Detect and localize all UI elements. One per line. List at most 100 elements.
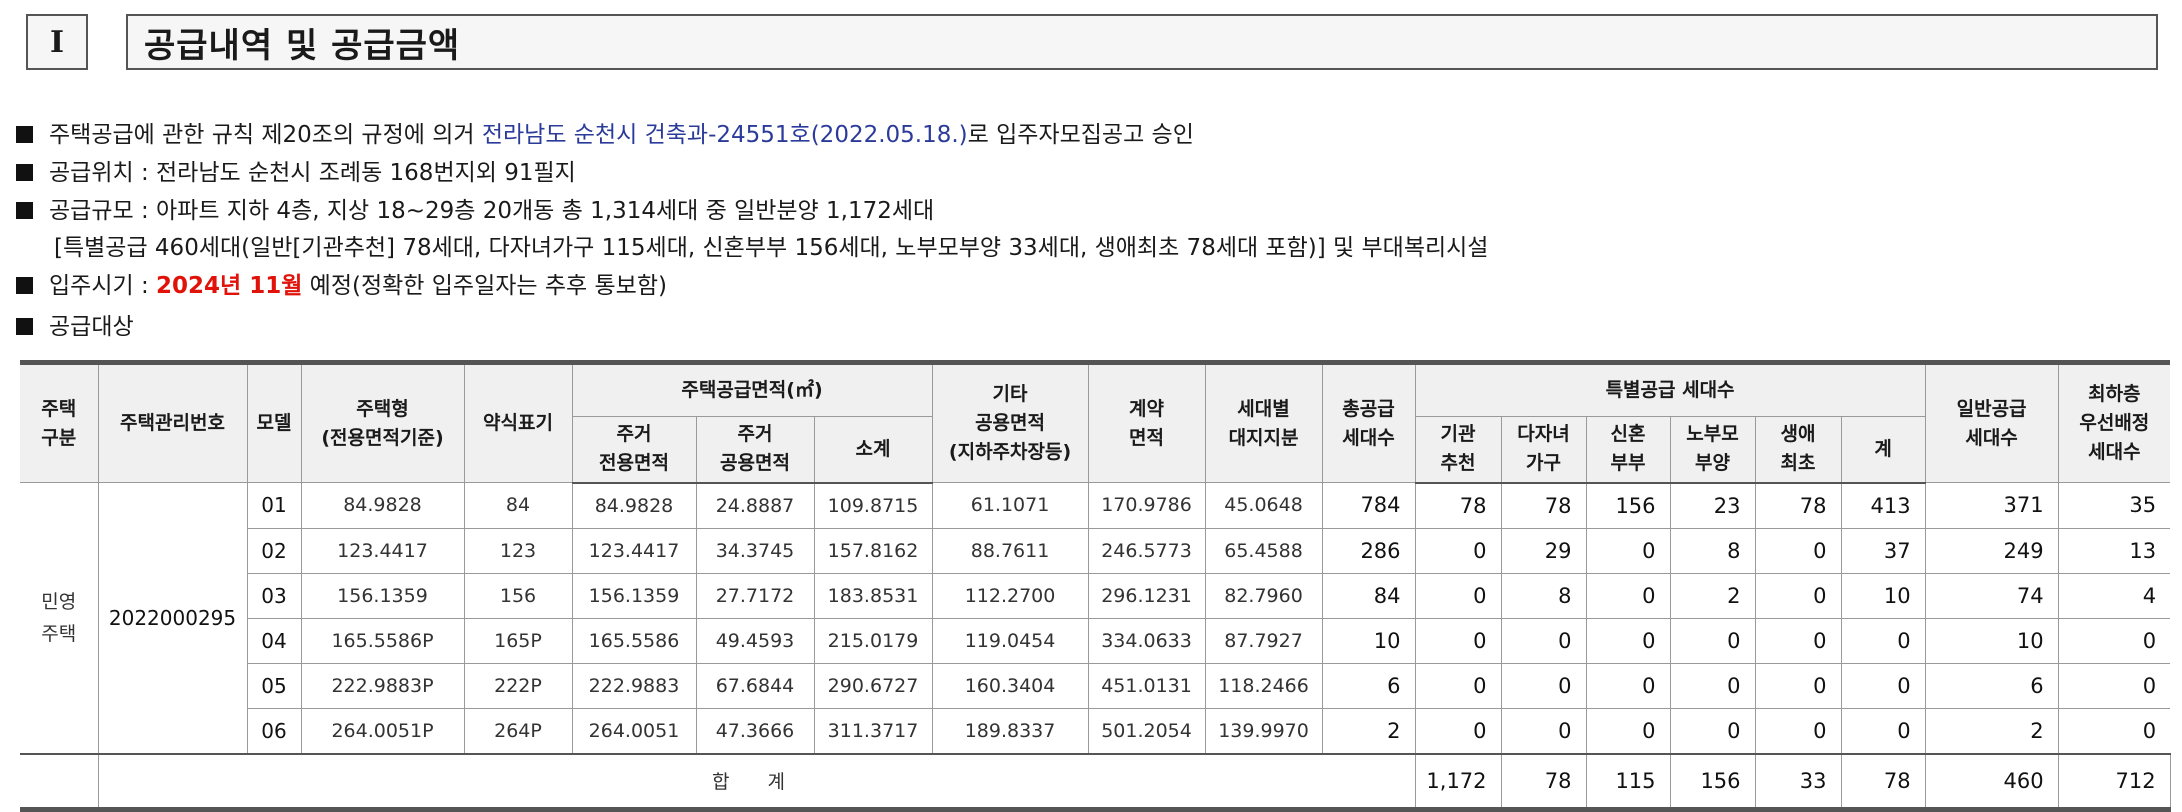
- header-general-supply: 일반공급 세대수: [1924, 362, 2059, 483]
- special-sum-cell: 0: [1840, 707, 1926, 754]
- lowest-floor-cell: 0: [2057, 617, 2171, 664]
- elderly-parent-cell: 23: [1669, 482, 1756, 529]
- contract-area-cell: 334.0633: [1087, 617, 1206, 664]
- area-subtotal-cell: 290.6727: [813, 662, 933, 709]
- supply-table: 주택 구분 주택관리번호 모델 주택형 (전용면적기준) 약식표기 주택공급면적(㎡…: [20, 360, 2171, 812]
- total-supply-cell: 784: [1321, 482, 1416, 529]
- lowest-floor-cell: 4: [2057, 572, 2171, 619]
- general-supply-cell: 10: [1924, 617, 2059, 664]
- total-supply-cell: 10: [1321, 617, 1416, 664]
- other-common-area-cell: 61.1071: [931, 482, 1089, 529]
- total-special-sum: 460: [1924, 752, 2059, 810]
- table-row: 06 264.0051P 264P 264.0051 47.3666 311.3717 18…: [20, 707, 2171, 754]
- model-cell: 03: [247, 572, 302, 619]
- housing-type-cell: 165.5586P: [300, 617, 465, 664]
- housing-type-cell: 123.4417: [300, 527, 465, 574]
- institution-cell: 78: [1414, 482, 1502, 529]
- table-row: 02 123.4417 123 123.4417 34.3745 157.8162 88.7…: [20, 527, 2171, 574]
- short-notation-cell: 165P: [463, 617, 573, 664]
- header-housing-type: 주택형 (전용면적기준): [300, 362, 465, 483]
- first-time-cell: 0: [1754, 707, 1842, 754]
- multi-child-cell: 0: [1500, 617, 1587, 664]
- special-sum-cell: 10: [1840, 572, 1926, 619]
- lowest-floor-cell: 0: [2057, 662, 2171, 709]
- total-supply-cell: 286: [1321, 527, 1416, 574]
- area-subtotal-cell: 311.3717: [813, 707, 933, 754]
- section-title: 공급내역 및 공급금액: [126, 14, 2158, 70]
- model-cell: 05: [247, 662, 302, 709]
- header-lowest-floor: 최하층 우선배정 세대수: [2057, 362, 2171, 483]
- newlywed-cell: 0: [1585, 572, 1671, 619]
- location-text: 공급위치 : 전라남도 순천시 조례동 168번지외 91필지: [49, 160, 576, 186]
- header-other-common-area: 기타 공용면적 (지하주차장등): [931, 362, 1089, 483]
- header-short-notation: 약식표기: [463, 362, 573, 483]
- total-general-supply-sum: 712: [2057, 752, 2171, 810]
- institution-cell: 0: [1414, 527, 1502, 574]
- contract-area-cell: 296.1231: [1087, 572, 1206, 619]
- header-newlywed: 신혼 부부: [1585, 416, 1671, 484]
- header-elderly-parent: 노부모 부양: [1669, 416, 1756, 484]
- land-share-cell: 45.0648: [1204, 482, 1323, 529]
- model-cell: 01: [246, 482, 302, 529]
- private-area-cell: 84.9828: [571, 482, 697, 529]
- square-bullet-icon: [16, 164, 33, 181]
- private-area-cell: 123.4417: [571, 527, 697, 574]
- model-cell: 04: [247, 617, 302, 664]
- model-cell: 02: [247, 527, 302, 574]
- common-area-cell: 47.3666: [695, 707, 815, 754]
- elderly-parent-cell: 2: [1669, 572, 1756, 619]
- land-share-cell: 139.9970: [1204, 707, 1323, 754]
- newlywed-cell: 156: [1585, 482, 1671, 529]
- scale-line: 공급규모 : 아파트 지하 4층, 지상 18~29층 20개동 총 1,314…: [16, 192, 2156, 230]
- private-area-cell: 264.0051: [571, 707, 697, 754]
- housing-type-cell: 222.9883P: [300, 662, 465, 709]
- move-in-date: 2024년 11월: [156, 273, 303, 299]
- total-supply-cell: 84: [1321, 572, 1416, 619]
- special-sum-cell: 0: [1840, 617, 1926, 664]
- general-supply-cell: 74: [1924, 572, 2059, 619]
- header-multi-child: 다자녀 가구: [1500, 416, 1587, 484]
- special-sum-cell: 413: [1840, 482, 1926, 529]
- header-total-supply: 총공급 세대수: [1321, 362, 1416, 483]
- approval-reference: 전라남도 순천시 건축과-24551호(2022.05.18.): [481, 122, 968, 148]
- area-subtotal-cell: 157.8162: [813, 527, 933, 574]
- other-common-area-cell: 189.8337: [931, 707, 1089, 754]
- area-subtotal-cell: 109.8715: [813, 482, 933, 529]
- general-supply-cell: 371: [1924, 482, 2059, 529]
- short-notation-cell: 156: [463, 572, 573, 619]
- newlywed-cell: 0: [1585, 527, 1671, 574]
- general-supply-cell: 249: [1924, 527, 2059, 574]
- total-label: 합 계: [97, 752, 1416, 810]
- multi-child-cell: 0: [1500, 707, 1587, 754]
- common-area-cell: 27.7172: [695, 572, 815, 619]
- total-first-time-sum: 78: [1840, 752, 1926, 810]
- square-bullet-icon: [16, 202, 33, 219]
- private-area-cell: 156.1359: [571, 572, 697, 619]
- first-time-cell: 0: [1754, 617, 1842, 664]
- special-sum-cell: 0: [1840, 662, 1926, 709]
- first-time-cell: 78: [1754, 482, 1842, 529]
- short-notation-cell: 123: [463, 527, 573, 574]
- institution-cell: 0: [1414, 662, 1502, 709]
- contract-area-cell: 170.9786: [1087, 482, 1206, 529]
- move-in-note: 예정(정확한 입주일자는 추후 통보함): [302, 273, 667, 299]
- elderly-parent-cell: 8: [1669, 527, 1756, 574]
- common-area-cell: 34.3745: [695, 527, 815, 574]
- header-land-share: 세대별 대지지분: [1204, 362, 1323, 483]
- general-supply-cell: 2: [1924, 707, 2059, 754]
- first-time-cell: 0: [1754, 572, 1842, 619]
- header-common-area: 주거 공용면적: [695, 416, 815, 484]
- header-area-subtotal: 소계: [813, 416, 933, 484]
- newlywed-cell: 0: [1585, 707, 1671, 754]
- total-row: 합 계 1,172 78 115 156 33 78 460 712 52: [20, 752, 2171, 810]
- common-area-cell: 24.8887: [695, 482, 815, 529]
- general-supply-cell: 6: [1924, 662, 2059, 709]
- square-bullet-icon: [16, 126, 33, 143]
- approval-text: 주택공급에 관한 규칙 제20조의 규정에 의거: [49, 122, 482, 148]
- header-management-number: 주택관리번호: [97, 362, 248, 483]
- multi-child-cell: 78: [1500, 482, 1587, 529]
- total-supply-cell: 2: [1321, 707, 1416, 754]
- move-in-line: 입주시기 : 2024년 11월 예정(정확한 입주일자는 추후 통보함): [16, 267, 2156, 305]
- housing-type-cell: 156.1359: [300, 572, 465, 619]
- scale-text: 공급규모 : 아파트 지하 4층, 지상 18~29층 20개동 총 1,314…: [49, 198, 935, 224]
